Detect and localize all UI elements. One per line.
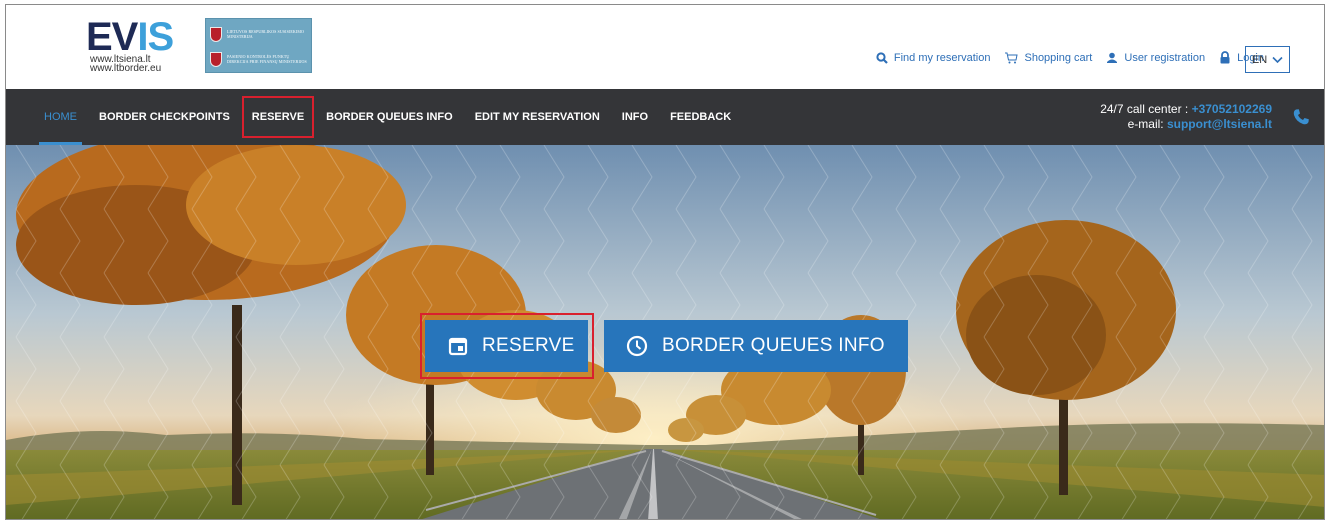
shopping-cart-link[interactable]: Shopping cart xyxy=(1004,52,1092,64)
ministry-row-1: LIETUVOS RESPUBLIKOS SUSISIEKIMO MINISTE… xyxy=(210,22,309,46)
coat-of-arms-icon xyxy=(210,51,222,67)
logo-ev: EV xyxy=(86,15,138,59)
cart-icon xyxy=(1005,52,1019,63)
nav-reserve[interactable]: RESERVE xyxy=(241,96,315,138)
nav-info[interactable]: INFO xyxy=(622,89,648,145)
language-value: EN xyxy=(1251,53,1268,66)
search-icon xyxy=(876,51,888,64)
call-center-line: 24/7 call center : +37052102269 xyxy=(1100,102,1272,117)
border-queues-button[interactable]: BORDER QUEUES INFO xyxy=(604,320,908,372)
user-registration-link[interactable]: User registration xyxy=(1106,52,1205,64)
logo-url-2: www.ltborder.eu xyxy=(90,63,162,74)
phone-link[interactable]: +37052102269 xyxy=(1192,102,1272,116)
call-center-label: 24/7 call center : xyxy=(1100,102,1192,116)
nav-feedback[interactable]: FEEDBACK xyxy=(670,89,731,145)
calendar-icon xyxy=(448,337,468,356)
border-queues-button-label: BORDER QUEUES INFO xyxy=(662,335,885,356)
clock-icon xyxy=(626,335,648,357)
contact-info: 24/7 call center : +37052102269 e-mail: … xyxy=(1100,102,1272,132)
find-reservation-label: Find my reservation xyxy=(893,51,991,64)
coat-of-arms-icon xyxy=(210,26,222,42)
reserve-button-label: RESERVE xyxy=(482,335,575,356)
phone-icon[interactable] xyxy=(1292,108,1310,126)
logo-is: IS xyxy=(137,15,174,59)
email-link[interactable]: support@ltsiena.lt xyxy=(1167,117,1272,131)
top-header: EVIS www.ltsiena.lt www.ltborder.eu LIET… xyxy=(6,5,1324,89)
ministry-logo[interactable]: LIETUVOS RESPUBLIKOS SUSISIEKIMO MINISTE… xyxy=(205,18,312,73)
logo-wordmark: EVIS xyxy=(86,17,186,57)
chevron-down-icon xyxy=(1272,56,1283,63)
nav-edit-reservation[interactable]: EDIT MY RESERVATION xyxy=(475,89,600,145)
nav-border-queues-info[interactable]: BORDER QUEUES INFO xyxy=(326,89,453,145)
browser-frame: EVIS www.ltsiena.lt www.ltborder.eu LIET… xyxy=(5,4,1325,520)
ministry-text-1: LIETUVOS RESPUBLIKOS SUSISIEKIMO MINISTE… xyxy=(227,29,304,39)
language-select[interactable]: EN xyxy=(1245,46,1290,73)
hero-banner: RESERVE BORDER QUEUES INFO xyxy=(6,145,1324,519)
user-registration-label: User registration xyxy=(1124,51,1206,64)
email-line: e-mail: support@ltsiena.lt xyxy=(1100,117,1272,132)
email-label: e-mail: xyxy=(1127,117,1167,131)
user-icon xyxy=(1107,52,1118,63)
nav-border-checkpoints[interactable]: BORDER CHECKPOINTS xyxy=(99,89,230,145)
evis-logo[interactable]: EVIS www.ltsiena.lt www.ltborder.eu xyxy=(86,17,186,74)
find-reservation-link[interactable]: Find my reservation xyxy=(876,51,991,64)
main-nav: HOME BORDER CHECKPOINTS RESERVE BORDER Q… xyxy=(6,89,1324,145)
nav-home[interactable]: HOME xyxy=(39,89,82,145)
nav-items: HOME BORDER CHECKPOINTS RESERVE BORDER Q… xyxy=(39,89,753,145)
lock-icon xyxy=(1220,51,1230,64)
ministry-text-2: PASIENIO KONTROLĖS PUNKTŲ DIREKCIJA PRIE… xyxy=(227,54,307,64)
ministry-row-2: PASIENIO KONTROLĖS PUNKTŲ DIREKCIJA PRIE… xyxy=(210,47,309,71)
shopping-cart-label: Shopping cart xyxy=(1024,51,1093,64)
reserve-button[interactable]: RESERVE xyxy=(425,320,588,372)
top-links: Find my reservation Shopping cart User r… xyxy=(862,51,1264,64)
